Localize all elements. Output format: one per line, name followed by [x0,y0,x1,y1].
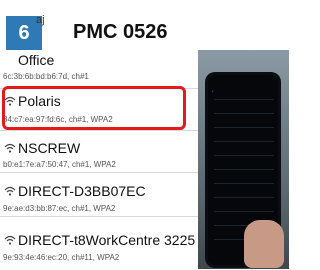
finger [244,220,284,268]
phone-back-link: ‹ [212,89,214,95]
wifi-network-item[interactable]: DIRECT-t8WorkCentre 3225 9e:93:4e:46:ec:… [0,216,198,270]
network-ssid: DIRECT-D3BB07EC [18,183,146,199]
network-ssid: Office [18,52,55,68]
network-meta: 9e:ae:d3:bb:87:ec, ch#1, WPA2 [3,204,116,213]
wifi-icon [4,143,16,153]
wifi-network-list: Office 6c:3b:6b:bd:b6:7d, ch#1 Polaris 8… [0,50,198,269]
wifi-network-item[interactable]: NSCREW b0:e1:7e:a7:50:47, ch#1, WPA2 [0,130,198,173]
network-ssid: NSCREW [18,140,81,156]
wifi-icon [4,186,16,196]
network-meta: 9e:93:4e:46:ec:20, ch#11, WPA2 [3,253,120,262]
network-meta: 6c:3b:6b:bd:b6:7d, ch#1 [3,72,89,81]
wifi-icon [4,235,16,245]
phone-photo: ‹ [198,50,289,269]
network-ssid: DIRECT-t8WorkCentre 3225 [18,232,196,248]
network-meta: b0:e1:7e:a7:50:47, ch#1, WPA2 [3,160,116,169]
wifi-network-item[interactable]: Office 6c:3b:6b:bd:b6:7d, ch#1 [0,50,198,88]
wifi-network-item[interactable]: DIRECT-D3BB07EC 9e:ae:d3:bb:87:ec, ch#1,… [0,172,198,217]
doc-code-title: PMC 0526 [73,21,168,43]
selected-network-highlight [2,86,186,130]
ssid-fragment: aj [36,14,45,26]
